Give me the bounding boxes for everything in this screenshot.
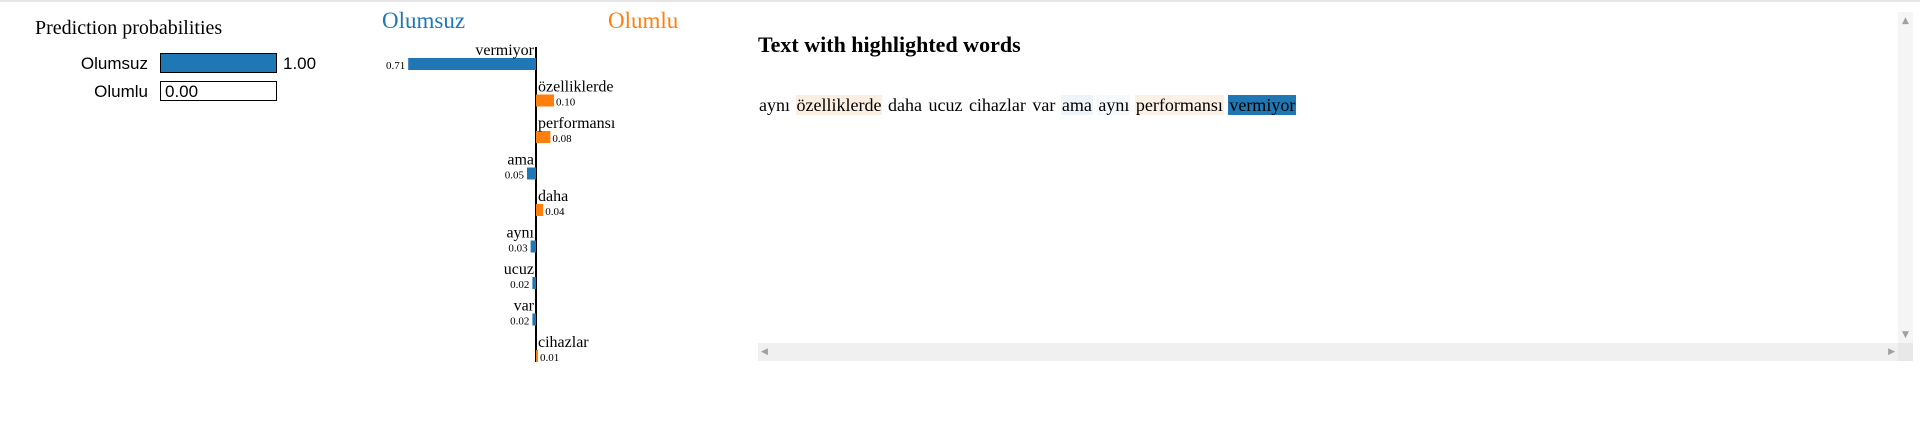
- feature-bar: [536, 94, 554, 107]
- feature-bar: [532, 313, 536, 326]
- probability-value: 1.00: [283, 54, 316, 73]
- scroll-up-arrow-icon[interactable]: ▲: [1898, 14, 1913, 28]
- feature-word: ucuz: [504, 261, 534, 278]
- text-token: var: [1032, 95, 1056, 115]
- feature-bar: [530, 240, 536, 253]
- vertical-scrollbar[interactable]: ▲ ▼: [1898, 12, 1913, 344]
- feature-word: daha: [538, 188, 568, 205]
- feature-bar: [408, 58, 536, 70]
- text-token: aynı: [759, 95, 790, 115]
- prediction-probabilities-chart: Prediction probabilities Olumsuz 1.00 Oluml…: [35, 17, 316, 101]
- feature-word: cihazlar: [538, 334, 589, 351]
- feature-weight-label: 0.05: [505, 170, 525, 182]
- feature-word: vermiyor: [475, 42, 534, 59]
- feature-bar: [527, 167, 536, 180]
- feature-weight-label: 0.02: [510, 279, 529, 291]
- text-token: ucuz: [928, 95, 963, 115]
- feature-bar: [536, 350, 538, 362]
- class-label: Olumsuz: [81, 54, 148, 73]
- feature-bar: [536, 204, 544, 216]
- highlighted-text: aynı özelliklerde daha ucuz cihazlar var…: [758, 94, 1297, 117]
- text-token: aynı: [1097, 95, 1131, 115]
- feature-word: özelliklerde: [538, 79, 614, 96]
- scrollbar-corner: [1898, 343, 1913, 361]
- feature-weight-label: 0.01: [540, 352, 559, 364]
- probability-bar-fill: [160, 53, 276, 73]
- scroll-right-arrow-icon[interactable]: ▶: [1888, 343, 1895, 361]
- text-token: daha: [887, 95, 922, 115]
- feature-weight-label: 0.02: [510, 316, 529, 328]
- feature-word: aynı: [506, 225, 534, 242]
- feature-word: ama: [507, 152, 534, 169]
- feature-weight-label: 0.03: [508, 243, 528, 255]
- text-token: performansı: [1134, 95, 1224, 115]
- text-token: ama: [1060, 95, 1093, 115]
- prediction-title: Prediction probabilities: [35, 17, 222, 39]
- feature-word: performansı: [538, 115, 616, 132]
- scroll-left-arrow-icon[interactable]: ◀: [761, 343, 768, 361]
- probability-value: 0.00: [165, 82, 198, 101]
- feature-weights-chart: Olumsuz Olumlu vermiyor 0.71 özelliklerde0.1…: [382, 8, 679, 364]
- feature-weight-label: 0.08: [552, 133, 572, 145]
- text-token: cihazlar: [968, 95, 1026, 115]
- feature-weight-label: 0.71: [386, 60, 405, 72]
- text-panel: Text with highlighted words aynı özellik…: [740, 10, 1910, 365]
- feature-word: var: [514, 298, 535, 315]
- feature-bar: [532, 277, 536, 289]
- text-token: özelliklerde: [795, 95, 883, 115]
- negative-class-title: Olumsuz: [382, 8, 465, 33]
- horizontal-scrollbar[interactable]: ◀ ▶: [758, 343, 1898, 361]
- feature-weight-label: 0.04: [545, 206, 565, 218]
- scroll-down-arrow-icon[interactable]: ▼: [1898, 328, 1913, 342]
- text-panel-title: Text with highlighted words: [758, 32, 1021, 57]
- class-label: Olumlu: [94, 82, 148, 101]
- positive-class-title: Olumlu: [608, 8, 679, 33]
- feature-weight-label: 0.10: [556, 97, 576, 109]
- text-token: vermiyor: [1228, 95, 1297, 115]
- feature-bar: [536, 131, 551, 143]
